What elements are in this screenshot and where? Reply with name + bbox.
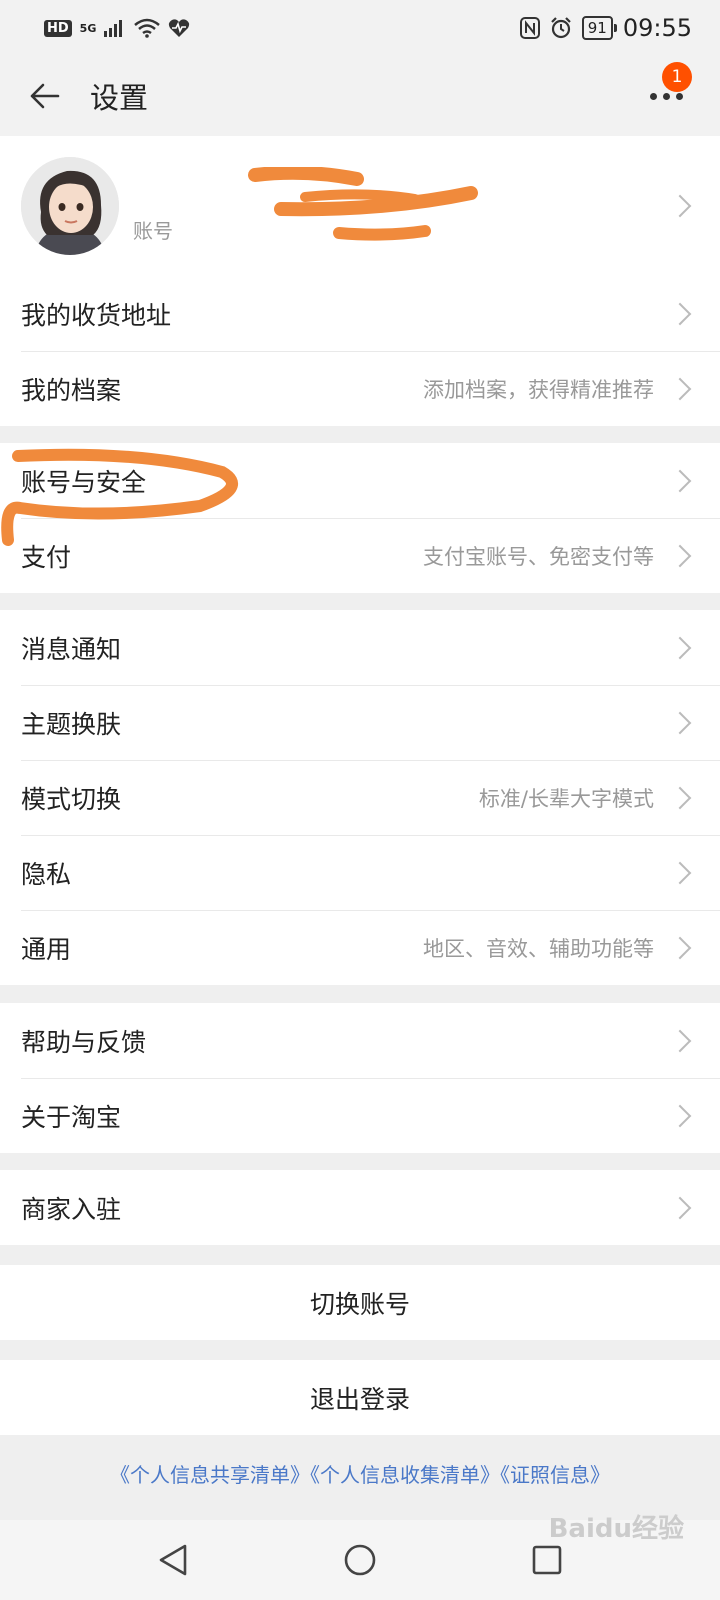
chevron-right-icon bbox=[668, 544, 692, 567]
settings-row-payment[interactable]: 支付 支付宝账号、免密支付等 bbox=[0, 518, 720, 593]
wifi-icon bbox=[134, 18, 161, 38]
row-hint: 地区、音效、辅助功能等 bbox=[423, 936, 654, 961]
merchant-group: 商家入驻 bbox=[0, 1170, 720, 1245]
chevron-right-icon bbox=[668, 636, 692, 659]
settings-row-merchant[interactable]: 商家入驻 bbox=[0, 1170, 720, 1245]
security-group: 账号与安全 支付 支付宝账号、免密支付等 bbox=[0, 443, 720, 593]
settings-row-theme[interactable]: 主题换肤 bbox=[0, 685, 720, 760]
row-hint: 添加档案，获得精准推荐 bbox=[423, 377, 654, 402]
chevron-right-icon bbox=[668, 786, 692, 809]
chevron-right-icon bbox=[668, 936, 692, 959]
clock: 09:55 bbox=[622, 14, 692, 42]
avatar bbox=[21, 157, 119, 255]
chevron-right-icon bbox=[668, 1029, 692, 1052]
settings-row-privacy[interactable]: 隐私 bbox=[0, 835, 720, 910]
row-label: 我的档案 bbox=[21, 375, 122, 405]
chevron-right-icon bbox=[668, 711, 692, 734]
legal-links[interactable]: 《个人信息共享清单》《个人信息收集清单》《证照信息》 bbox=[0, 1438, 720, 1508]
settings-row-help[interactable]: 帮助与反馈 bbox=[0, 1003, 720, 1078]
page-title: 设置 bbox=[90, 81, 149, 115]
battery-icon: 91 bbox=[581, 16, 617, 40]
system-home-button[interactable] bbox=[330, 1530, 390, 1590]
nav-bar: 设置 1 bbox=[0, 56, 720, 136]
settings-row-address[interactable]: 我的收货地址 bbox=[0, 276, 720, 351]
switch-account-button[interactable]: 切换账号 bbox=[0, 1265, 720, 1340]
more-dots-icon bbox=[649, 92, 683, 100]
profile-group: 账号 我的收货地址 我的档案 添加档案，获得精准推荐 bbox=[0, 136, 720, 426]
back-arrow-icon bbox=[30, 83, 60, 109]
chevron-right-icon bbox=[668, 1196, 692, 1219]
more-button[interactable]: 1 bbox=[636, 56, 696, 136]
network-type: 5G bbox=[79, 21, 97, 35]
square-recents-icon bbox=[532, 1545, 561, 1575]
settings-row-about[interactable]: 关于淘宝 bbox=[0, 1078, 720, 1153]
profile-row[interactable]: 账号 bbox=[0, 136, 720, 276]
watermark: Baidu经验 bbox=[548, 1514, 684, 1544]
row-hint: 标准/长辈大字模式 bbox=[478, 786, 654, 811]
settings-row-notifications[interactable]: 消息通知 bbox=[0, 610, 720, 685]
nfc-icon bbox=[519, 17, 540, 39]
row-label: 隐私 bbox=[21, 859, 72, 889]
settings-row-mode[interactable]: 模式切换 标准/长辈大字模式 bbox=[0, 760, 720, 835]
signal-icon bbox=[104, 20, 123, 37]
chevron-right-icon bbox=[668, 469, 692, 492]
row-label: 帮助与反馈 bbox=[21, 1027, 147, 1057]
heart-rate-icon bbox=[169, 19, 190, 37]
settings-row-account-security[interactable]: 账号与安全 bbox=[0, 443, 720, 518]
redaction-scribble bbox=[248, 167, 478, 241]
chevron-right-icon bbox=[668, 1104, 692, 1127]
help-group: 帮助与反馈 关于淘宝 bbox=[0, 1003, 720, 1153]
triangle-back-icon bbox=[160, 1544, 187, 1576]
notification-badge: 1 bbox=[662, 62, 692, 92]
row-label: 主题换肤 bbox=[21, 709, 122, 739]
chevron-right-icon bbox=[668, 861, 692, 884]
alarm-icon bbox=[550, 17, 571, 39]
chevron-right-icon bbox=[668, 377, 692, 400]
row-hint: 支付宝账号、免密支付等 bbox=[423, 544, 654, 569]
chevron-right-icon bbox=[668, 302, 692, 325]
profile-account: 账号 bbox=[133, 219, 173, 243]
hd-icon: HD bbox=[44, 19, 72, 37]
status-bar: HD 5G 91 09:55 bbox=[0, 0, 720, 56]
circle-home-icon bbox=[344, 1544, 376, 1576]
settings-row-profile-file[interactable]: 我的档案 添加档案，获得精准推荐 bbox=[0, 351, 720, 426]
row-label: 关于淘宝 bbox=[21, 1102, 122, 1132]
row-label: 商家入驻 bbox=[21, 1194, 122, 1224]
logout-button[interactable]: 退出登录 bbox=[0, 1360, 720, 1435]
chevron-right-icon bbox=[668, 194, 692, 218]
profile-info: 账号 bbox=[133, 157, 672, 255]
row-label: 模式切换 bbox=[21, 784, 122, 814]
row-label: 通用 bbox=[21, 934, 72, 964]
back-button[interactable] bbox=[0, 56, 90, 136]
row-label: 支付 bbox=[21, 542, 72, 572]
settings-row-general[interactable]: 通用 地区、音效、辅助功能等 bbox=[0, 910, 720, 985]
row-label: 消息通知 bbox=[21, 634, 122, 664]
row-label: 账号与安全 bbox=[21, 467, 147, 497]
preferences-group: 消息通知 主题换肤 模式切换 标准/长辈大字模式 隐私 通用 地区、音效、辅助功… bbox=[0, 610, 720, 985]
system-back-button[interactable] bbox=[143, 1530, 203, 1590]
row-label: 我的收货地址 bbox=[21, 300, 172, 330]
